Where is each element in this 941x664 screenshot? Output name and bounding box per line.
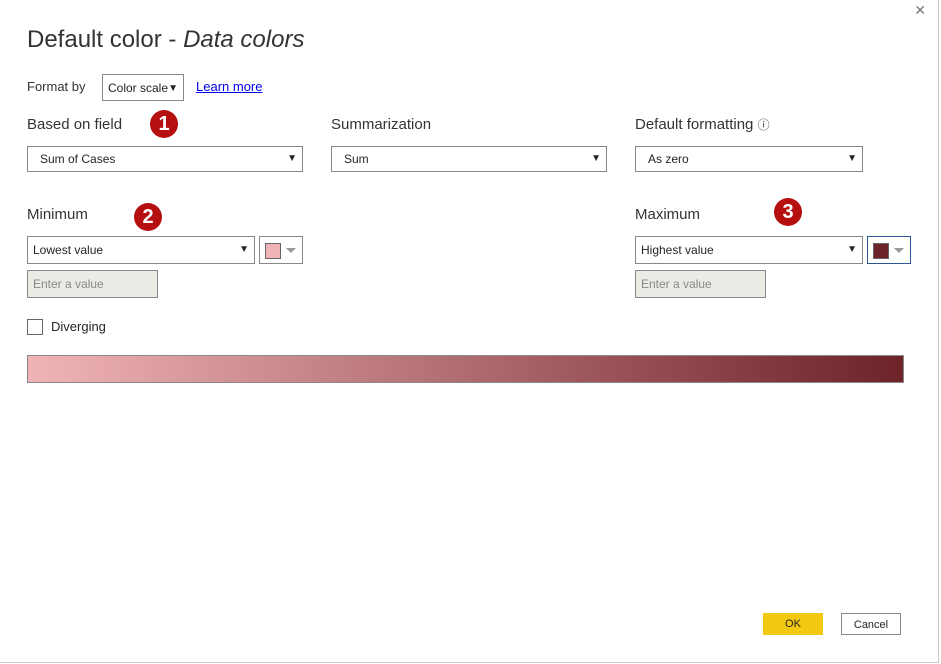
cancel-button[interactable]: Cancel <box>841 613 901 635</box>
summarization-dropdown[interactable]: Sum ▼ <box>331 146 607 172</box>
data-colors-dialog: ✕ Default color - Data colors Format by … <box>0 0 939 663</box>
chevron-down-icon <box>286 248 296 253</box>
summarization-label: Summarization <box>331 116 432 133</box>
diverging-label: Diverging <box>51 319 106 334</box>
minimum-color-picker[interactable] <box>259 236 303 264</box>
dropdown-arrow-icon: ▼ <box>847 153 857 164</box>
step-badge-3: 3 <box>774 198 802 226</box>
dialog-title: Default color - Data colors <box>27 26 304 54</box>
default-formatting-label: Default formatting ⓘ <box>635 116 770 133</box>
maximum-dropdown[interactable]: Highest value ▼ <box>635 236 863 264</box>
learn-more-link[interactable]: Learn more <box>196 79 262 94</box>
dropdown-arrow-icon: ▼ <box>239 244 249 255</box>
maximum-label: Maximum <box>635 206 701 223</box>
color-scale-preview <box>27 355 904 383</box>
title-italic: Data colors <box>183 26 305 53</box>
dropdown-arrow-icon: ▼ <box>168 83 178 94</box>
title-main: Default color - <box>27 26 184 53</box>
format-by-value: Color scale <box>108 81 169 95</box>
maximum-color-swatch <box>873 243 889 259</box>
format-by-label: Format by <box>27 79 86 94</box>
maximum-color-picker[interactable] <box>867 236 911 264</box>
dropdown-arrow-icon: ▼ <box>591 153 601 164</box>
default-formatting-dropdown[interactable]: As zero ▼ <box>635 146 863 172</box>
maximum-value-input[interactable]: Enter a value <box>635 270 766 298</box>
dropdown-arrow-icon: ▼ <box>287 153 297 164</box>
close-icon[interactable]: ✕ <box>914 2 926 19</box>
maximum-value: Highest value <box>641 243 714 257</box>
summarization-value: Sum <box>344 152 369 166</box>
step-badge-2: 2 <box>134 203 162 231</box>
based-on-field-label: Based on field <box>27 116 123 133</box>
minimum-value: Lowest value <box>33 243 104 257</box>
based-on-field-dropdown[interactable]: Sum of Cases ▼ <box>27 146 303 172</box>
info-icon[interactable]: ⓘ <box>758 118 770 132</box>
diverging-checkbox[interactable] <box>27 319 43 335</box>
dropdown-arrow-icon: ▼ <box>847 244 857 255</box>
default-formatting-text: Default formatting <box>635 116 754 133</box>
minimum-color-swatch <box>265 243 281 259</box>
minimum-dropdown[interactable]: Lowest value ▼ <box>27 236 255 264</box>
chevron-down-icon <box>894 248 904 253</box>
step-badge-1: 1 <box>150 110 178 138</box>
minimum-label: Minimum <box>27 206 88 223</box>
based-on-field-value: Sum of Cases <box>40 152 116 166</box>
ok-button[interactable]: OK <box>763 613 823 635</box>
format-by-dropdown[interactable]: Color scale ▼ <box>102 74 184 101</box>
default-formatting-value: As zero <box>648 152 689 166</box>
minimum-value-input[interactable]: Enter a value <box>27 270 158 298</box>
